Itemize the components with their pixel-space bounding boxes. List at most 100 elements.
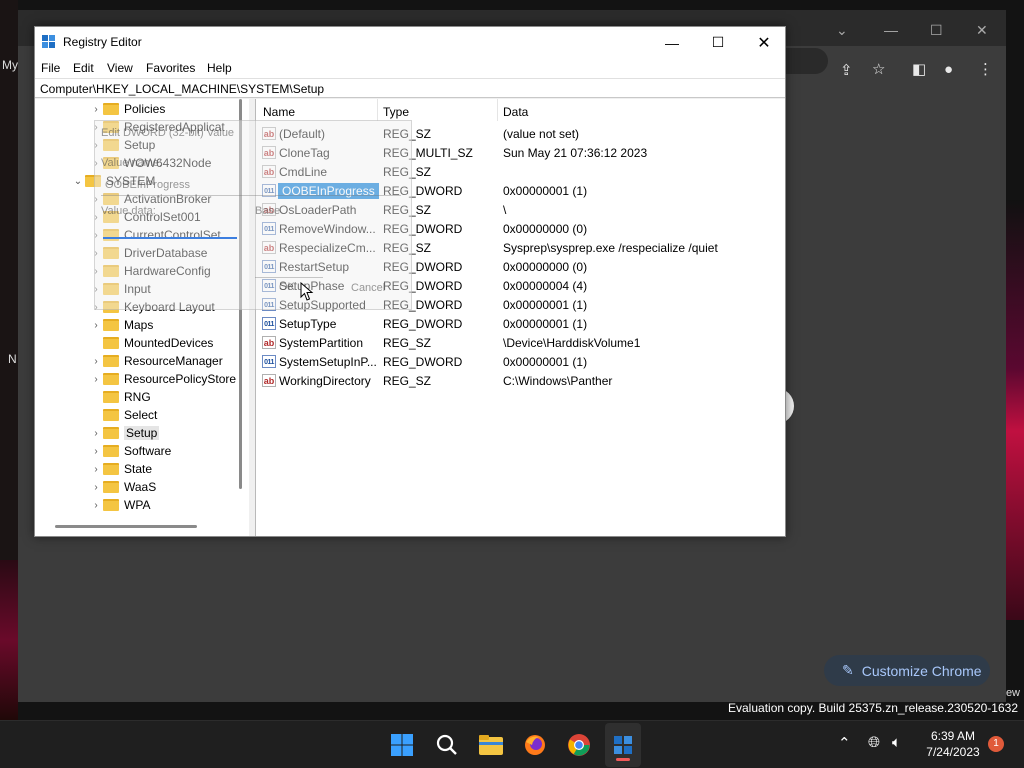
show-hidden-icons-chevron-icon[interactable]: ⌃ — [838, 734, 851, 752]
collapsed-chevron-icon[interactable]: › — [91, 464, 101, 475]
column-header-data[interactable]: Data — [503, 105, 528, 119]
search-button[interactable] — [433, 731, 461, 759]
folder-icon — [103, 391, 119, 403]
folder-icon — [103, 355, 119, 367]
bookmark-star-icon[interactable]: ☆ — [872, 62, 885, 77]
tree-item[interactable]: › State — [91, 460, 152, 478]
tree-item-label: RNG — [124, 390, 151, 404]
minimize-button[interactable]: — — [649, 27, 695, 58]
desktop-icon-label-n: N — [8, 352, 17, 366]
tree-item-label: Setup — [124, 426, 160, 440]
registry-editor-taskbar-button[interactable] — [609, 731, 637, 759]
chrome-maximize-icon[interactable]: ☐ — [930, 22, 943, 39]
collapsed-chevron-icon[interactable]: › — [91, 374, 101, 385]
menu-edit[interactable]: Edit — [73, 61, 94, 75]
tree-item[interactable]: › Software — [91, 442, 171, 460]
binary-value-icon: 011 — [262, 317, 276, 330]
tree-item[interactable]: Select — [91, 406, 157, 424]
collapsed-chevron-icon[interactable]: › — [91, 356, 101, 367]
chrome-button[interactable] — [565, 731, 593, 759]
ghost-dialog-title: Edit DWORD (32-bit) Value — [101, 127, 235, 139]
folder-icon — [103, 463, 119, 475]
column-separator[interactable] — [377, 99, 378, 121]
collapsed-chevron-icon[interactable]: › — [91, 104, 101, 115]
network-globe-icon[interactable]: 🌐︎ — [868, 734, 880, 751]
customize-chrome-label: Customize Chrome — [861, 662, 982, 679]
column-separator[interactable] — [497, 99, 498, 121]
ghost-value-name: OOBEInProgress — [105, 179, 190, 191]
firefox-button[interactable] — [521, 731, 549, 759]
profile-icon[interactable]: ● — [944, 62, 953, 77]
volume-icon[interactable]: 🔈︎ — [892, 734, 901, 751]
address-bar[interactable]: Computer\HKEY_LOCAL_MACHINE\SYSTEM\Setup — [35, 78, 785, 98]
value-data: \Device\HarddiskVolume1 — [503, 336, 641, 350]
maximize-button[interactable]: ☐ — [695, 27, 741, 58]
folder-icon — [103, 481, 119, 493]
collapsed-chevron-icon[interactable]: › — [91, 428, 101, 439]
value-row[interactable]: ab WorkingDirectory REG_SZ C:\Windows\Panth… — [256, 372, 785, 391]
ghost-ok-button: OK — [279, 281, 295, 293]
firefox-icon — [525, 735, 545, 755]
expanded-chevron-icon[interactable]: ⌄ — [73, 176, 83, 187]
tree-item[interactable]: › ResourcePolicyStore — [91, 370, 236, 388]
start-button[interactable] — [388, 731, 416, 759]
tree-item[interactable]: MountedDevices — [91, 334, 213, 352]
value-row[interactable]: 011 SetupType REG_DWORD 0x00000001 (1) — [256, 315, 785, 334]
chrome-minimize-icon[interactable]: — — [884, 22, 898, 38]
menu-help[interactable]: Help — [207, 61, 232, 75]
evaluation-watermark: Evaluation copy. Build 25375.zn_release.… — [728, 701, 1018, 715]
tree-item[interactable]: › Maps — [91, 316, 153, 334]
tree-item-label: WaaS — [124, 480, 157, 494]
tree-item[interactable]: › ResourceManager — [91, 352, 222, 370]
folder-icon — [103, 319, 119, 331]
notification-badge[interactable]: 1 — [988, 736, 1004, 752]
value-data: 0x00000000 (0) — [503, 222, 588, 236]
file-explorer-button[interactable] — [477, 731, 505, 759]
chrome-menu-icon[interactable]: ⋮ — [978, 62, 993, 77]
share-icon[interactable]: ⇪ — [840, 63, 853, 78]
tree-item[interactable]: › Setup — [91, 424, 160, 442]
tree-horizontal-scrollbar[interactable] — [55, 525, 197, 528]
minimize-icon: — — [665, 34, 679, 51]
side-panel-icon[interactable]: ◧ — [912, 62, 926, 77]
tree-item-label: State — [124, 462, 153, 476]
column-header-type[interactable]: Type — [383, 105, 409, 119]
value-row[interactable]: 011 SystemSetupInP... REG_DWORD 0x00000001 … — [256, 353, 785, 372]
clock-time: 6:39 AM — [930, 729, 976, 743]
close-button[interactable]: ✕ — [741, 27, 787, 58]
customize-chrome-button[interactable]: ✎ Customize Chrome — [824, 655, 990, 686]
column-header-name[interactable]: Name — [263, 105, 295, 119]
value-row[interactable]: ab SystemPartition REG_SZ \Device\HarddiskV… — [256, 334, 785, 353]
close-icon: ✕ — [757, 34, 771, 52]
registry-titlebar[interactable]: Registry Editor — ☐ ✕ — [35, 27, 785, 58]
taskbar-running-indicator — [616, 758, 630, 761]
tree-item[interactable]: › WaaS — [91, 478, 156, 496]
tree-item[interactable]: › WPA — [91, 496, 150, 514]
desktop-wallpaper-glow — [0, 560, 18, 720]
clock-date: 7/24/2023 — [926, 745, 980, 759]
collapsed-chevron-icon[interactable]: › — [91, 482, 101, 493]
value-type: REG_SZ — [383, 336, 432, 350]
chrome-tab-search-icon[interactable]: ⌄ — [836, 22, 848, 39]
value-name: WorkingDirectory — [279, 374, 371, 388]
clock[interactable]: 6:39 AM 7/24/2023 — [920, 728, 986, 760]
ghost-name-field-border — [101, 195, 401, 196]
window-title: Registry Editor — [63, 35, 142, 49]
ghost-ok-border — [255, 277, 323, 278]
chrome-close-icon[interactable]: ✕ — [976, 22, 988, 39]
ghost-edit-dword-dialog: Edit DWORD (32-bit) Value Value name: OO… — [94, 120, 412, 310]
registry-app-icon — [42, 35, 55, 48]
folder-icon — [103, 103, 119, 115]
value-name: SystemPartition — [279, 336, 364, 350]
collapsed-chevron-icon[interactable]: › — [91, 320, 101, 331]
collapsed-chevron-icon[interactable]: › — [91, 500, 101, 511]
value-data: \ — [503, 203, 507, 217]
menu-file[interactable]: File — [41, 61, 60, 75]
collapsed-chevron-icon[interactable]: › — [91, 446, 101, 457]
value-type: REG_SZ — [383, 374, 432, 388]
menu-view[interactable]: View — [107, 61, 133, 75]
tree-item[interactable]: RNG — [91, 388, 151, 406]
search-icon — [436, 734, 457, 755]
tree-item[interactable]: › Policies — [91, 100, 165, 118]
menu-favorites[interactable]: Favorites — [146, 61, 195, 75]
